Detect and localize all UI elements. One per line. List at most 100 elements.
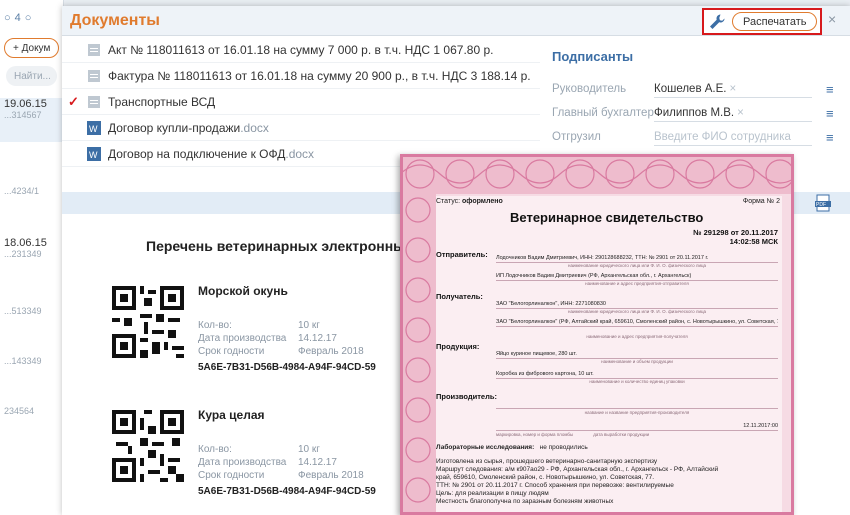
marking-caption: маркировка, номер и форма пломбы дата вы… [496, 432, 650, 437]
background-top-bar: ○ 4 ○ [0, 0, 63, 36]
certificate-note: Цель: для реализации в пищу людям [436, 490, 549, 497]
signer-field[interactable]: Филиппов М.В. × [654, 104, 812, 122]
field-value: 10 кг [298, 444, 320, 455]
field-label: Кол-во: [198, 444, 232, 455]
word-icon: W [87, 146, 101, 161]
certificate-form: Форма № 2 [742, 198, 780, 205]
pdf-icon[interactable]: PDF [814, 194, 832, 212]
preview-title: Перечень ветеринарных электронных [146, 238, 413, 254]
field-label: Срок годности [198, 346, 265, 357]
list-item-number: ...4234/1 [4, 186, 40, 196]
receiver-label: Получатель: [436, 292, 483, 301]
certificate-note: Изготовлена из сырья, прошедшего ветерин… [436, 458, 658, 465]
print-highlight-box: Распечатать [702, 8, 822, 35]
receiver-caption: наименование юридического лица или Ф. И.… [567, 309, 707, 314]
product-name: Кура целая [198, 408, 265, 422]
list-icon[interactable]: ≡ [826, 130, 834, 145]
svg-text:W: W [89, 150, 98, 160]
wrench-icon[interactable] [708, 13, 726, 31]
list-item-number: ...513349 [4, 306, 42, 316]
receiver-caption: наименование и адрес предприятия-получат… [586, 334, 688, 339]
maker-line [496, 400, 778, 409]
signer-row: Отгрузил Введите ФИО сотрудника ≡ [552, 127, 842, 147]
certificate-note: край, 659610, Смоленский район, с. Новот… [436, 474, 655, 481]
list-item[interactable]: ...513349 [0, 306, 64, 316]
list-icon[interactable]: ≡ [826, 106, 834, 121]
signer-label: Отгрузил [552, 131, 601, 143]
list-item-number: ...314567 [4, 110, 42, 120]
chat-icon[interactable]: ○ [25, 12, 32, 24]
comment-icon[interactable]: ○ [4, 12, 11, 24]
signer-row: Руководитель Кошелев А.Е. × ≡ [552, 79, 842, 99]
product-caption: наименование и объем продукции [601, 359, 673, 364]
list-icon[interactable]: ≡ [826, 82, 834, 97]
document-preview: Перечень ветеринарных электронных Морско… [62, 214, 413, 515]
signer-label: Главный бухгалтер [552, 107, 654, 119]
document-name: Договор купли-продажи.docx [108, 120, 269, 135]
list-item[interactable]: ...143349 [0, 356, 64, 366]
list-item-date: 18.06.15 [4, 237, 47, 249]
document-checkbox[interactable]: ✓ [68, 94, 80, 110]
document-name: Фактура № 118011613 от 16.01.18 на сумму… [108, 68, 531, 83]
list-item-number: ...143349 [4, 356, 42, 366]
dialog-title: Документы [70, 12, 160, 29]
svg-text:W: W [89, 124, 98, 134]
receiver-line: ЗАО "Белогорлиналкон" (РФ, Алтайский кра… [496, 319, 778, 327]
certificate-status: Статус: оформлено [436, 198, 503, 205]
list-item[interactable]: ...4234/1 [0, 186, 64, 196]
list-item[interactable]: 234564 [0, 406, 64, 416]
background-list-panel: ○ 4 ○ + Докум Найти... 19.06.15 ...31456… [0, 0, 64, 515]
qr-code [108, 282, 188, 362]
signer-field[interactable]: Кошелев А.Е. × [654, 80, 812, 98]
document-item[interactable]: ✓ Транспортные ВСД [62, 89, 540, 115]
signer-row: Главный бухгалтер Филиппов М.В. × ≡ [552, 103, 842, 123]
signer-field[interactable]: Введите ФИО сотрудника [654, 128, 812, 146]
field-value: Февраль 2018 [298, 470, 364, 481]
field-value: 14.12.17 [298, 457, 337, 468]
print-button[interactable]: Распечатать [732, 12, 818, 31]
document-name: Договор на подключение к ОФД.docx [108, 146, 315, 161]
document-item[interactable]: Акт № 118011613 от 16.01.18 на сумму 7 0… [62, 37, 540, 63]
field-label: Кол-во: [198, 320, 232, 331]
field-label: Дата производства [198, 457, 287, 468]
document-item[interactable]: Фактура № 118011613 от 16.01.18 на сумму… [62, 63, 540, 89]
certificate-number: № 291298 от 20.11.2017 14:02:58 МСК [693, 228, 778, 246]
lab-tests: Лабораторные исследования: не проводилис… [436, 444, 588, 451]
qr-code [108, 406, 188, 486]
list-item-date: 19.06.15 [4, 98, 47, 110]
veterinary-certificate-preview: Статус: оформлено Форма № 2 Ветеринарное… [400, 154, 794, 515]
product-caption: наименование и количество единиц упаковк… [589, 379, 685, 384]
certificate-note: Маршрут следования: а/м к907ао29 - РФ, А… [436, 466, 719, 473]
document-icon [88, 43, 100, 56]
add-document-button[interactable]: + Докум [4, 38, 59, 58]
document-name: Акт № 118011613 от 16.01.18 на сумму 7 0… [108, 42, 494, 57]
field-label: Дата производства [198, 333, 287, 344]
certificate-note: Местность благополучна по заразным болез… [436, 498, 614, 505]
maker-caption: название и название предприятия-производ… [584, 410, 690, 415]
sender-label: Отправитель: [436, 250, 488, 259]
document-list: Акт № 118011613 от 16.01.18 на сумму 7 0… [62, 37, 540, 167]
signers-title: Подписанты [552, 49, 634, 64]
document-name: Транспортные ВСД [108, 94, 216, 109]
sender-caption: наименование и адрес предприятия-отправи… [585, 281, 689, 286]
field-value: 14.12.17 [298, 333, 337, 344]
document-icon [88, 69, 100, 82]
list-item[interactable]: 18.06.15 ...231349 [0, 237, 64, 259]
sender-line: Лодочников Вадим Дмитриевич, ИНН: 290128… [496, 254, 778, 263]
maker-label: Производитель: [436, 392, 497, 401]
list-item[interactable]: 19.06.15 ...314567 [0, 98, 64, 142]
list-item-number: ...231349 [4, 249, 42, 259]
close-icon[interactable]: × [828, 11, 836, 27]
document-item[interactable]: W Договор купли-продажи.docx [62, 115, 540, 141]
document-icon [88, 95, 100, 108]
search-input[interactable]: Найти... [6, 66, 57, 86]
product-line: Коробка из фибрового картона, 10 шт. [496, 370, 778, 379]
dialog-header: Документы Распечатать × [62, 6, 850, 36]
date-made: 12.11.2017:00 [496, 422, 778, 431]
clear-icon[interactable]: × [737, 107, 744, 119]
field-label: Срок годности [198, 470, 265, 481]
clear-icon[interactable]: × [729, 83, 736, 95]
certificate-body: Статус: оформлено Форма № 2 Ветеринарное… [436, 196, 782, 512]
certificate-title: Ветеринарное свидетельство [510, 210, 704, 225]
signer-label: Руководитель [552, 83, 627, 95]
